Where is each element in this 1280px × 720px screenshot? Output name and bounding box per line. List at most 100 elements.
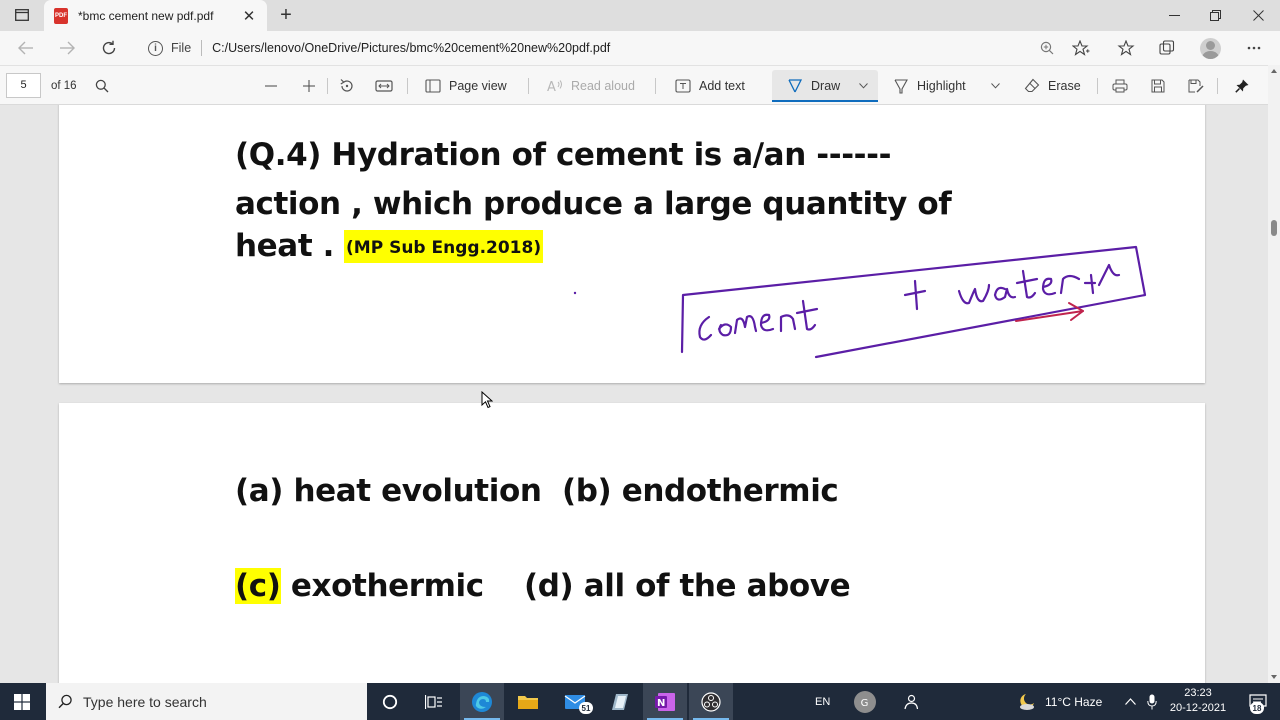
pdf-page-options: (a) heat evolution (b) endothermic (c) e… xyxy=(59,403,1205,683)
task-view-icon[interactable] xyxy=(412,683,456,720)
option-b: (b) endothermic xyxy=(562,473,839,509)
new-tab-button[interactable]: + xyxy=(274,3,298,27)
add-text-icon xyxy=(675,79,691,93)
svg-text:N: N xyxy=(657,698,665,709)
option-a: (a) heat evolution xyxy=(235,473,542,509)
page-view-button[interactable]: Page view xyxy=(425,74,507,98)
save-icon[interactable] xyxy=(1146,74,1170,98)
scroll-down-arrow-icon[interactable] xyxy=(1271,675,1277,679)
cortana-icon[interactable] xyxy=(368,683,412,720)
svg-text:G: G xyxy=(861,698,869,709)
minimize-button[interactable] xyxy=(1152,0,1196,31)
obs-studio-icon[interactable] xyxy=(689,683,733,720)
draw-chevron-down-icon[interactable] xyxy=(853,74,873,98)
toolbar-divider xyxy=(1217,78,1218,94)
tab-actions-icon[interactable] xyxy=(8,4,36,26)
zoom-out-icon[interactable] xyxy=(259,74,283,98)
edge-browser-icon[interactable] xyxy=(460,683,504,720)
favorites-icon[interactable] xyxy=(1115,38,1137,58)
tab-pdf-document[interactable]: PDF *bmc cement new pdf.pdf ✕ xyxy=(44,0,267,31)
collections-icon[interactable] xyxy=(1156,38,1178,58)
ink-dot xyxy=(573,291,577,295)
close-window-button[interactable] xyxy=(1236,0,1280,31)
windows-start-icon[interactable] xyxy=(0,683,44,720)
search-icon[interactable] xyxy=(90,74,114,98)
system-clock[interactable]: 23:23 20-12-2021 xyxy=(1166,686,1230,716)
search-icon xyxy=(58,694,72,709)
google-account-icon[interactable]: G xyxy=(843,683,887,720)
draw-button[interactable]: Draw xyxy=(787,74,840,98)
vertical-scrollbar[interactable] xyxy=(1268,65,1280,683)
windows-taskbar: Type here to search 51 N EN G 11°C Haze … xyxy=(0,683,1280,720)
svg-text:A: A xyxy=(547,80,556,93)
file-explorer-icon[interactable] xyxy=(506,683,550,720)
pdf-file-icon: PDF xyxy=(54,7,68,24)
zoom-in-icon[interactable] xyxy=(297,74,321,98)
read-aloud-button[interactable]: A Read aloud xyxy=(547,74,635,98)
info-icon[interactable]: i xyxy=(148,40,163,56)
microphone-icon[interactable] xyxy=(1138,683,1166,720)
address-bar: i File C:/Users/lenovo/OneDrive/Pictures… xyxy=(0,31,1280,65)
toolbar-divider xyxy=(528,78,529,94)
page-number-input[interactable]: 5 xyxy=(6,73,41,98)
highlight-label: Highlight xyxy=(917,79,966,93)
toolbar-divider xyxy=(655,78,656,94)
erase-button[interactable]: Erase xyxy=(1024,74,1081,98)
ink-box xyxy=(680,245,1147,359)
mouse-cursor-icon xyxy=(481,391,493,409)
forward-arrow-icon[interactable] xyxy=(54,36,80,60)
print-icon[interactable] xyxy=(1108,74,1132,98)
more-menu-icon[interactable] xyxy=(1243,38,1265,58)
mail-icon[interactable] xyxy=(553,683,597,720)
notification-count-badge: 18 xyxy=(1250,702,1264,714)
pdf-toolbar: 5 of 16 Page view A Read aloud Add text … xyxy=(0,65,1280,105)
mail-unread-badge: 51 xyxy=(579,702,593,714)
page-view-icon xyxy=(425,79,441,93)
save-as-icon[interactable] xyxy=(1184,74,1208,98)
page-total: of 16 xyxy=(51,80,77,92)
weather-text[interactable]: 11°C Haze xyxy=(1045,683,1102,720)
toolbar-divider xyxy=(407,78,408,94)
highlight-icon xyxy=(894,79,908,94)
scroll-up-arrow-icon[interactable] xyxy=(1271,69,1277,73)
fit-page-icon[interactable] xyxy=(372,74,396,98)
pdf-document-viewer[interactable]: (Q.4) Hydration of cement is a/an ------… xyxy=(0,105,1268,683)
input-language[interactable]: EN xyxy=(815,683,830,720)
add-favorite-icon[interactable] xyxy=(1070,38,1092,58)
add-text-label: Add text xyxy=(699,79,745,93)
option-d: (d) all of the above xyxy=(524,568,851,604)
restore-button[interactable] xyxy=(1193,0,1237,31)
taskbar-search-placeholder: Type here to search xyxy=(83,693,207,710)
people-icon[interactable] xyxy=(888,683,932,720)
tab-close-icon[interactable]: ✕ xyxy=(241,7,257,25)
zoom-icon[interactable] xyxy=(1036,38,1058,58)
draw-label: Draw xyxy=(811,79,841,93)
taskbar-search-field[interactable]: Type here to search xyxy=(46,683,367,720)
url-text[interactable]: C:/Users/lenovo/OneDrive/Pictures/bmc%20… xyxy=(212,41,610,55)
erase-label: Erase xyxy=(1048,79,1081,93)
file-scheme-label: File xyxy=(171,41,192,55)
weather-moon-icon[interactable] xyxy=(1004,683,1048,720)
rotate-icon[interactable] xyxy=(335,74,359,98)
refresh-icon[interactable] xyxy=(96,36,122,60)
add-text-button[interactable]: Add text xyxy=(675,74,745,98)
option-c-text: exothermic xyxy=(280,568,484,604)
notes-app-icon[interactable] xyxy=(598,683,642,720)
highlight-chevron-down-icon[interactable] xyxy=(985,74,1005,98)
handwritten-annotation xyxy=(573,245,1147,359)
toolbar-divider xyxy=(1097,78,1098,94)
tab-title: *bmc cement new pdf.pdf xyxy=(78,8,214,23)
profile-avatar[interactable] xyxy=(1200,38,1221,59)
option-c-row: (c) exothermic xyxy=(235,568,484,604)
title-bar: PDF *bmc cement new pdf.pdf ✕ + xyxy=(0,0,1280,31)
read-aloud-icon: A xyxy=(547,80,562,93)
highlight-button[interactable]: Highlight xyxy=(893,74,966,98)
pdf-page-question: (Q.4) Hydration of cement is a/an ------… xyxy=(59,105,1205,383)
onenote-icon[interactable]: N xyxy=(643,683,687,720)
back-arrow-icon[interactable] xyxy=(13,36,39,60)
pin-toolbar-icon[interactable] xyxy=(1230,74,1254,98)
url-field[interactable]: i File C:/Users/lenovo/OneDrive/Pictures… xyxy=(138,34,1102,62)
scroll-thumb[interactable] xyxy=(1271,220,1277,236)
option-c-label: (c) xyxy=(235,568,281,604)
eraser-icon xyxy=(1024,78,1040,93)
